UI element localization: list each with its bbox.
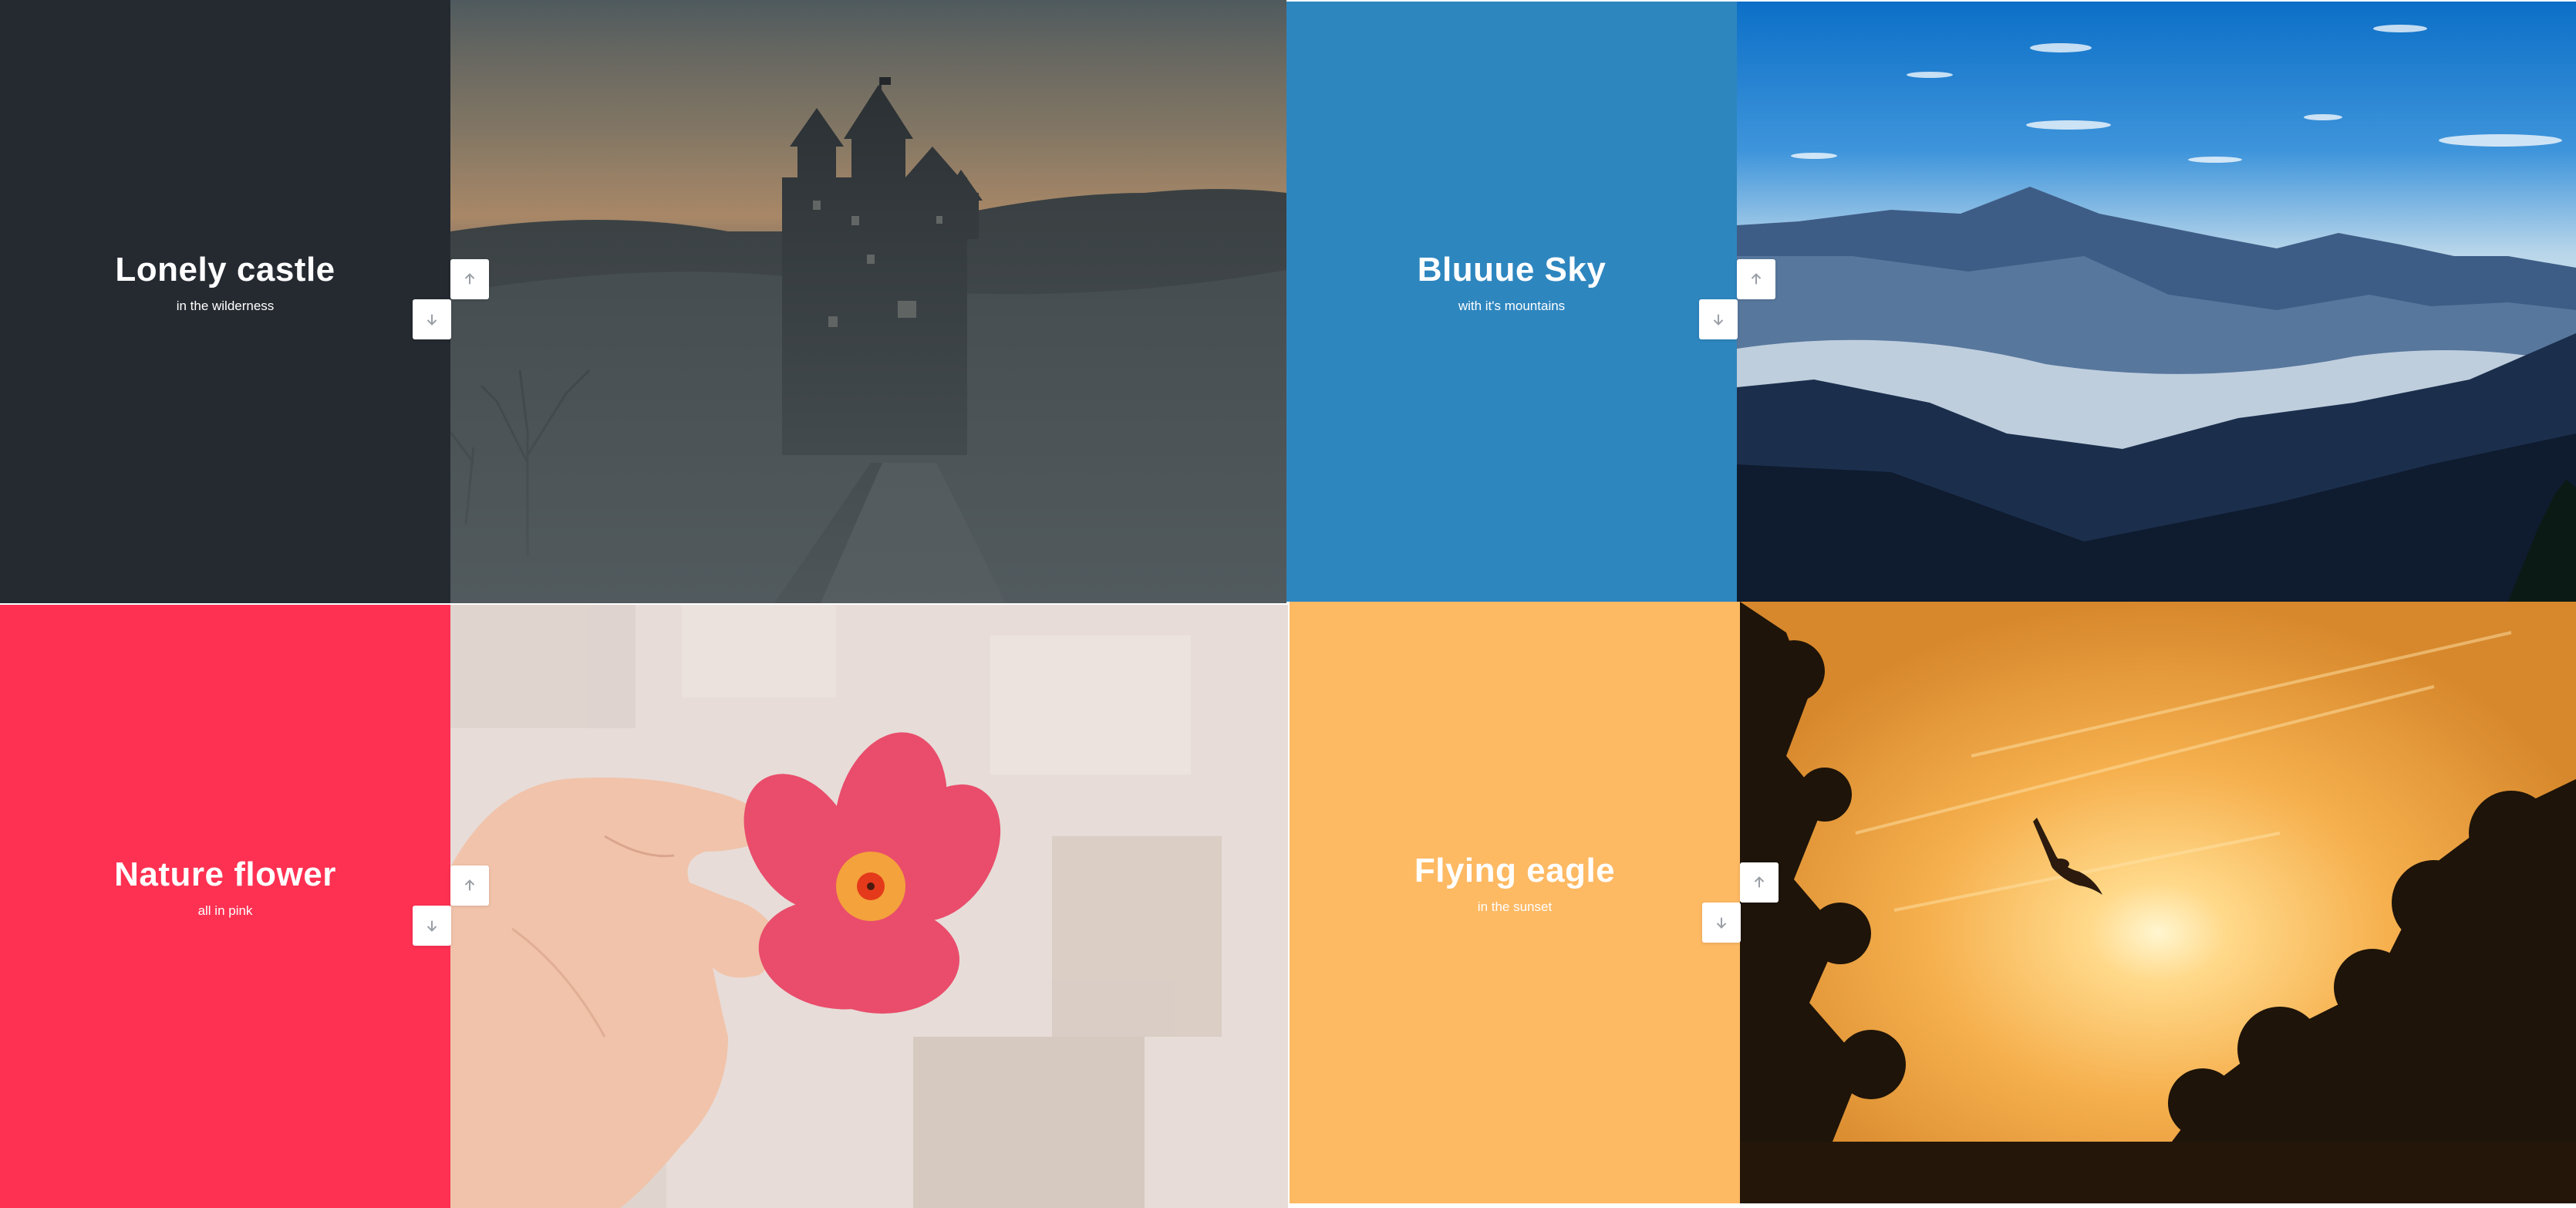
arrow-up-icon bbox=[464, 273, 475, 285]
slide-lonely-castle: Lonely castle in the wilderness bbox=[0, 0, 1286, 603]
slide-flying-eagle: Flying eagle in the sunset bbox=[1290, 602, 2576, 1203]
eagle-sunset-image bbox=[1740, 602, 2576, 1203]
slide-title: Flying eagle bbox=[1414, 852, 1616, 889]
slide-subtitle: all in pink bbox=[197, 903, 253, 918]
slide-up-button[interactable] bbox=[1737, 259, 1775, 299]
arrow-up-icon bbox=[1751, 273, 1762, 285]
slide-down-button[interactable] bbox=[1702, 903, 1741, 943]
slide-down-button[interactable] bbox=[1699, 299, 1738, 339]
arrow-down-icon bbox=[1713, 314, 1724, 326]
slide-title: Lonely castle bbox=[115, 251, 335, 289]
castle-image bbox=[450, 0, 1286, 603]
slide-nature-flower: Nature flower all in pink bbox=[0, 605, 1288, 1208]
slide-title: Bluuue Sky bbox=[1417, 251, 1607, 289]
slide-up-button[interactable] bbox=[1740, 862, 1779, 903]
arrow-down-icon bbox=[1716, 917, 1727, 929]
slide-text-panel: Nature flower all in pink bbox=[0, 605, 450, 1208]
slide-down-button[interactable] bbox=[413, 299, 451, 339]
slide-text-panel: Flying eagle in the sunset bbox=[1290, 602, 1740, 1203]
slide-subtitle: in the wilderness bbox=[176, 299, 275, 313]
arrow-up-icon bbox=[464, 879, 475, 891]
arrow-down-icon bbox=[427, 920, 437, 932]
mountain-sky-image bbox=[1737, 2, 2576, 602]
slide-text-panel: Lonely castle in the wilderness bbox=[0, 0, 450, 603]
arrow-down-icon bbox=[427, 314, 437, 326]
slide-down-button[interactable] bbox=[413, 906, 451, 946]
slide-up-button[interactable] bbox=[450, 866, 489, 906]
arrow-up-icon bbox=[1754, 876, 1765, 888]
slide-bluuue-sky: Bluuue Sky with it's mountains bbox=[1286, 2, 2576, 602]
slide-subtitle: with it's mountains bbox=[1458, 299, 1566, 313]
flower-image bbox=[450, 605, 1288, 1208]
slide-title: Nature flower bbox=[114, 855, 336, 893]
slide-text-panel: Bluuue Sky with it's mountains bbox=[1286, 2, 1737, 602]
slide-up-button[interactable] bbox=[450, 259, 489, 299]
slide-subtitle: in the sunset bbox=[1477, 899, 1553, 914]
